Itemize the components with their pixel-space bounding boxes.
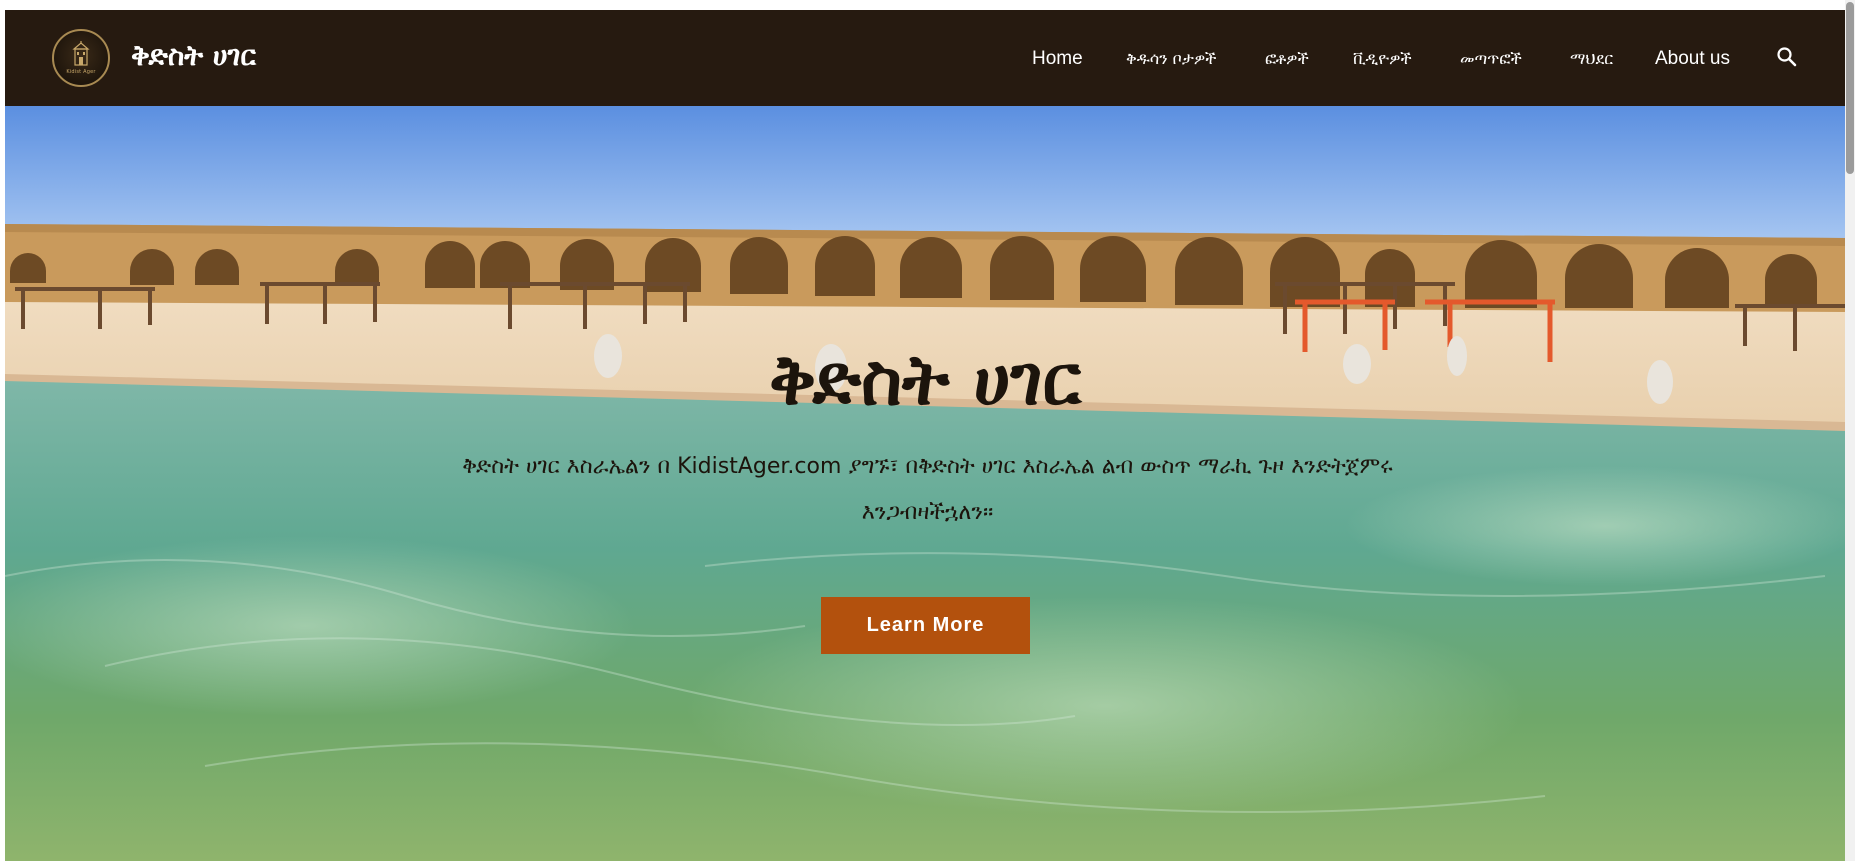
search-icon (1777, 47, 1797, 67)
site-header: Kidist Ager ቅድስት ሀገር Home ቅዱሳን ቦታዎች ፎቶዎች… (5, 10, 1845, 106)
hero-title: ቅድስት ሀገር (768, 339, 1082, 421)
search-button[interactable] (1775, 45, 1799, 69)
learn-more-button[interactable]: Learn More (821, 597, 1030, 654)
nav-item-videos[interactable]: ቪዲዮዎች (1353, 46, 1412, 72)
scrollbar-thumb[interactable] (1846, 2, 1854, 174)
nav-item-photos[interactable]: ፎቶዎች (1265, 46, 1309, 72)
nav-item-home[interactable]: Home (1032, 46, 1083, 72)
page-scrollbar[interactable] (1845, 0, 1855, 861)
nav-item-archive[interactable]: ማህደር (1570, 46, 1613, 72)
nav-item-about-us[interactable]: About us (1655, 46, 1730, 72)
page-frame: Kidist Ager ቅድስት ሀገር Home ቅዱሳን ቦታዎች ፎቶዎች… (5, 10, 1845, 861)
hero-description: ቅድስት ሀገር እስራኤልን በ KidistAger.com ያግኙ፣ በቅ… (462, 454, 1393, 525)
nav-item-articles[interactable]: መጣጥፎች (1460, 46, 1522, 72)
main-nav: Home ቅዱሳን ቦታዎች ፎቶዎች ቪዲዮዎች መጣጥፎች ማህደር Abo… (5, 10, 1845, 106)
hero-section: ቅድስት ሀገር ቅድስት ሀገር እስራኤልን በ KidistAger.co… (5, 106, 1845, 861)
nav-item-holy-places[interactable]: ቅዱሳን ቦታዎች (1126, 46, 1216, 72)
